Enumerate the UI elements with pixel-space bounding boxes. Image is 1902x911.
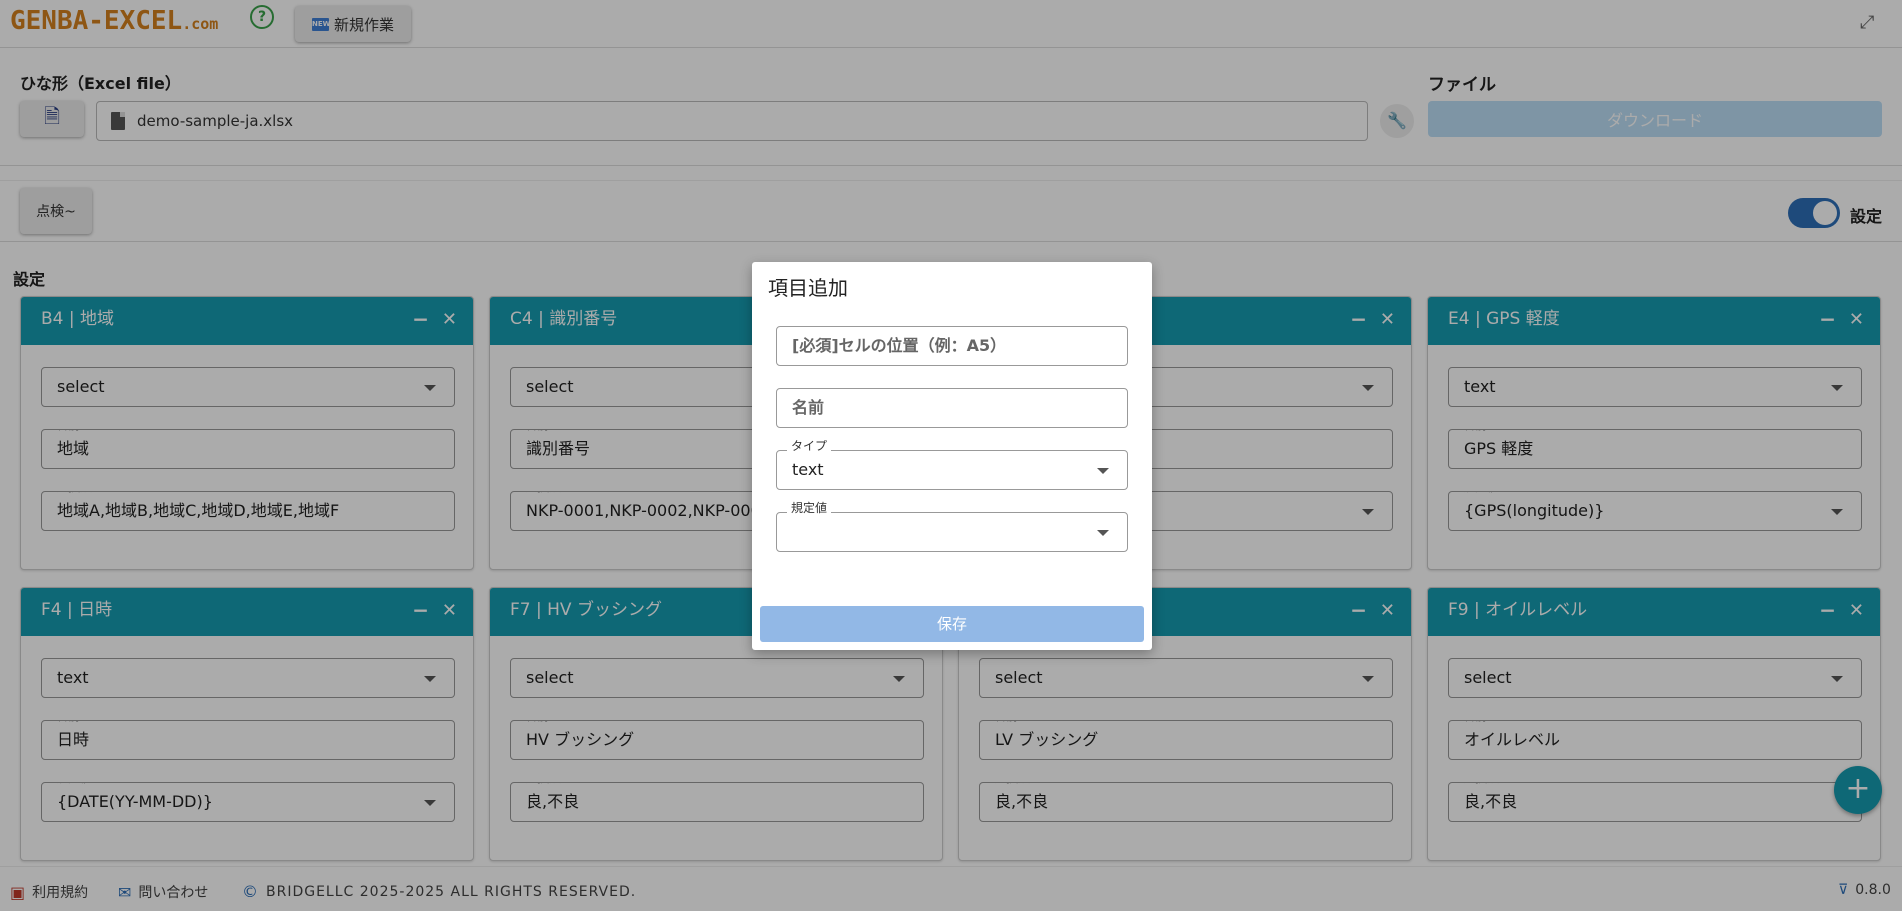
type-select-label: タイプ	[787, 439, 832, 453]
dropdown-arrow-icon	[1097, 468, 1109, 474]
dialog-title: 項目追加	[768, 276, 848, 300]
dropdown-arrow-icon	[1097, 530, 1109, 536]
cell-position-input[interactable]: [必須]セルの位置（例：A5）	[776, 326, 1128, 366]
add-item-dialog: 項目追加 [必須]セルの位置（例：A5） 名前 タイプ text 規定値 保存	[752, 262, 1152, 650]
save-button[interactable]: 保存	[760, 606, 1144, 642]
type-select-value: text	[792, 460, 824, 479]
type-select[interactable]: タイプ text	[776, 439, 1128, 490]
default-value-label: 規定値	[787, 501, 832, 515]
default-value-select[interactable]: 規定値	[776, 501, 1128, 552]
name-input[interactable]: 名前	[776, 388, 1128, 428]
